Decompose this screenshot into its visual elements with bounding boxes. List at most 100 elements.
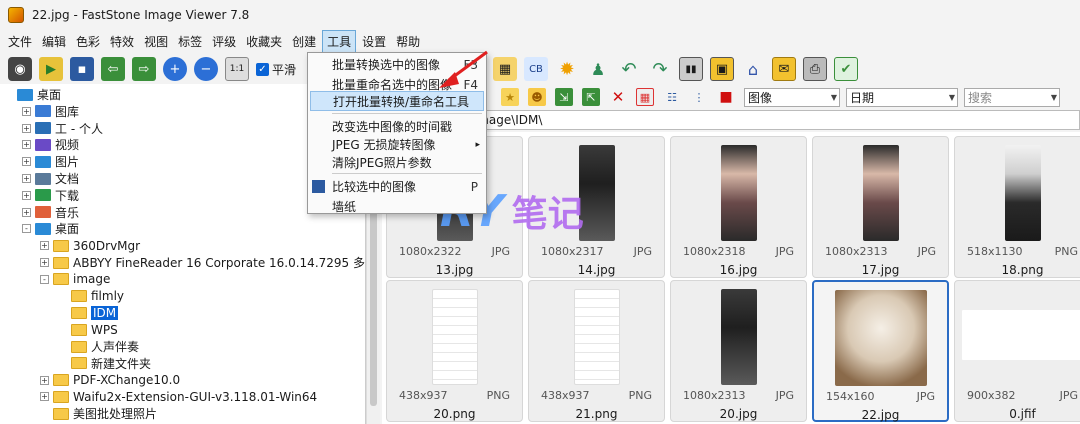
thumbnail[interactable]: 518x1130 PNG 18.png bbox=[954, 136, 1080, 278]
thumbnail[interactable]: 154x160 JPG 22.jpg bbox=[812, 280, 949, 422]
tree-expander-icon[interactable]: + bbox=[40, 258, 49, 267]
sort-select[interactable]: 日期 ▼ bbox=[846, 87, 958, 107]
rotate-right-icon[interactable]: ↷ bbox=[648, 57, 672, 81]
menu-item[interactable]: 视图 bbox=[140, 31, 172, 52]
tools-menu-item[interactable]: 墙纸 bbox=[308, 197, 486, 217]
move-to-icon[interactable]: ⇱ bbox=[582, 88, 600, 106]
menu-item[interactable]: 工具 bbox=[322, 29, 357, 53]
save-icon[interactable]: ▪ bbox=[70, 57, 94, 81]
menu-item[interactable]: 收藏夹 bbox=[242, 31, 286, 52]
tree-item[interactable]: IDM bbox=[58, 304, 119, 321]
thumbnail[interactable]: 1080x2318 JPG 16.jpg bbox=[670, 136, 807, 278]
camera-icon[interactable]: ◉ bbox=[8, 57, 32, 81]
tree-item[interactable]: + 文档 bbox=[22, 170, 79, 187]
tree-item[interactable]: + 工 - 个人 bbox=[22, 120, 103, 137]
copy-to-icon[interactable]: ⇲ bbox=[555, 88, 573, 106]
tree-expander-icon[interactable]: + bbox=[22, 190, 31, 200]
printer-icon[interactable]: ⎙ bbox=[803, 57, 827, 81]
tree-item[interactable]: WPS bbox=[58, 321, 118, 338]
print-preview-icon[interactable]: ▦ bbox=[493, 57, 517, 81]
menu-item[interactable]: 文件 bbox=[4, 31, 36, 52]
tree-item[interactable]: +360DrvMgr bbox=[40, 237, 140, 254]
thumbnail[interactable]: 900x382 JPG 0.jfif bbox=[954, 280, 1080, 422]
thumbnail-view-icon[interactable]: ▦ bbox=[636, 88, 654, 106]
previous-icon[interactable]: ⇦ bbox=[101, 57, 125, 81]
thumbnail-format: JPG bbox=[633, 245, 652, 258]
zoom-out-icon[interactable]: − bbox=[194, 57, 218, 81]
tree-item[interactable]: filmly bbox=[58, 288, 124, 305]
tree-expander-icon[interactable]: - bbox=[40, 274, 49, 284]
tree-expander-icon[interactable]: + bbox=[22, 106, 31, 116]
details-view-icon[interactable]: ☷ bbox=[663, 88, 681, 106]
menu-item[interactable]: 创建 bbox=[288, 31, 320, 52]
tree-expander-icon[interactable]: + bbox=[40, 241, 49, 251]
tree-expander-icon[interactable]: + bbox=[22, 207, 31, 217]
tree-item[interactable]: + 图库 bbox=[22, 103, 79, 120]
crop-icon[interactable]: ⌂ bbox=[741, 57, 765, 81]
tree-expander-icon[interactable]: + bbox=[40, 375, 49, 385]
thumbnail[interactable]: 1080x2313 JPG 17.jpg bbox=[812, 136, 949, 278]
tree-expander-icon[interactable]: + bbox=[22, 174, 31, 183]
menu-item[interactable]: 特效 bbox=[106, 31, 138, 52]
checklist-icon[interactable]: ✔ bbox=[834, 57, 858, 81]
smooth-toggle[interactable]: ✓ 平滑 bbox=[256, 61, 296, 78]
menu-item[interactable]: 色彩 bbox=[72, 31, 104, 52]
tree-item[interactable]: + PDF-XChange10.0 bbox=[40, 372, 180, 389]
thumbnail[interactable]: 1080x2313 JPG 20.jpg bbox=[670, 280, 807, 422]
tree-expander-icon[interactable]: + bbox=[22, 123, 31, 133]
tree-item[interactable]: 美图批处理照片 bbox=[40, 405, 157, 422]
tree-expander-icon[interactable]: + bbox=[40, 392, 49, 402]
tree-item[interactable]: - image bbox=[40, 271, 110, 288]
color-bc-icon[interactable]: CB bbox=[524, 57, 548, 81]
view-select[interactable]: 图像 ▼ bbox=[744, 87, 840, 107]
tree-expander-icon[interactable]: + bbox=[22, 157, 31, 167]
tree-item[interactable]: + 下载 bbox=[22, 187, 79, 204]
thumbnail-dimensions: 1080x2313 bbox=[825, 245, 888, 258]
tools-menu-item[interactable]: 清除JPEG照片参数 bbox=[308, 153, 486, 173]
folder-icon bbox=[71, 306, 87, 319]
thumbnail[interactable]: 438x937 PNG 20.png bbox=[386, 280, 523, 422]
tree-item[interactable]: + 视频 bbox=[22, 136, 79, 153]
tree-view-icon[interactable]: ⋮ bbox=[690, 88, 708, 106]
search-input[interactable]: 搜索 ▼ bbox=[964, 87, 1060, 107]
tag-star-icon[interactable]: ★ bbox=[501, 88, 519, 106]
thumbnail[interactable]: 438x937 PNG 21.png bbox=[528, 280, 665, 422]
smooth-checkbox-icon[interactable]: ✓ bbox=[256, 62, 269, 76]
email-icon[interactable]: ✉ bbox=[772, 57, 796, 81]
brightness-icon[interactable]: ✹ bbox=[555, 57, 579, 81]
tree-item[interactable]: 桌面 bbox=[4, 86, 61, 103]
tree-item[interactable]: + Waifu2x-Extension-GUI-v3.118.01-Win64 bbox=[40, 388, 317, 405]
stop-icon[interactable]: ■ bbox=[717, 88, 735, 106]
tools-menu-item[interactable]: JPEG 无损旋转图像 ▸ bbox=[308, 135, 486, 155]
tree-item[interactable]: 人声伴奏 bbox=[58, 338, 139, 355]
tools-menu-item[interactable]: 比较选中的图像 P bbox=[308, 177, 486, 197]
actual-size-icon[interactable]: 1:1 bbox=[225, 57, 249, 81]
delete-icon[interactable]: ✕ bbox=[609, 88, 627, 106]
stamp-icon[interactable]: ♟ bbox=[586, 57, 610, 81]
menu-item[interactable]: 设置 bbox=[358, 31, 390, 52]
tree-expander-icon[interactable]: + bbox=[22, 140, 31, 150]
tree-item[interactable]: - 桌面 bbox=[22, 220, 79, 237]
tree-item[interactable]: + 音乐 bbox=[22, 204, 79, 221]
tree-item[interactable]: + 图片 bbox=[22, 153, 79, 170]
thumbnail-filename: 21.png bbox=[575, 407, 618, 421]
open-folder-icon[interactable]: ▶ bbox=[39, 57, 63, 81]
rate-icon[interactable]: ☻ bbox=[528, 88, 546, 106]
menu-item[interactable]: 帮助 bbox=[392, 31, 424, 52]
resize-icon[interactable]: ▣ bbox=[710, 57, 734, 81]
rotate-left-icon[interactable]: ↶ bbox=[617, 57, 641, 81]
tree-expander-icon[interactable]: - bbox=[22, 224, 31, 234]
menu-item[interactable]: 编辑 bbox=[38, 31, 70, 52]
menu-item[interactable]: 标签 bbox=[174, 31, 206, 52]
tools-menu-item[interactable]: 改变选中图像的时间戳 bbox=[308, 117, 486, 137]
zoom-in-icon[interactable]: + bbox=[163, 57, 187, 81]
tree-item[interactable]: + ABBYY FineReader 16 Corporate 16.0.14.7… bbox=[40, 254, 365, 271]
menu-item[interactable]: 评级 bbox=[208, 31, 240, 52]
flip-icon[interactable]: ▮▮ bbox=[679, 57, 703, 81]
folder-icon bbox=[53, 390, 69, 403]
tree-item[interactable]: 新建文件夹 bbox=[58, 355, 151, 372]
desktop-icon bbox=[17, 88, 33, 101]
next-icon[interactable]: ⇨ bbox=[132, 57, 156, 81]
